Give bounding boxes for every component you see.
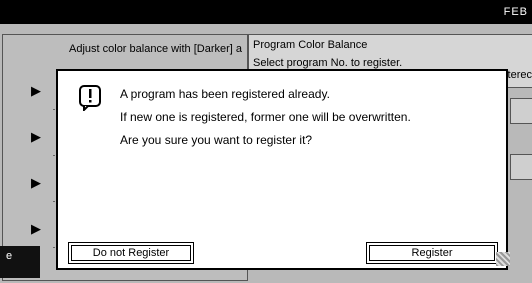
row-arrow-icon: ▶ (31, 175, 41, 190)
row-arrow-icon: ▶ (31, 83, 41, 98)
right-panel-title: Program Color Balance (253, 39, 368, 51)
left-panel-header: Adjust color balance with [Darker] a (69, 43, 243, 55)
right-panel-subtitle: Select program No. to register. (253, 57, 403, 69)
dialog-message-line: A program has been registered already. (120, 87, 330, 101)
row-arrow-icon: ▶ (31, 129, 41, 144)
dialog-message-line: If new one is registered, former one wil… (120, 110, 411, 124)
right-panel-fragment: terec (507, 69, 532, 81)
confirm-dialog: A program has been registered already. I… (56, 69, 508, 270)
register-button[interactable]: Register (366, 242, 498, 264)
date-label: FEB (503, 6, 528, 18)
dialog-message-line: Are you sure you want to register it? (120, 133, 313, 147)
top-status-bar: FEB (0, 0, 532, 24)
do-not-register-button[interactable]: Do not Register (68, 242, 194, 264)
info-icon (79, 85, 101, 111)
row-arrow-icon: ▶ (31, 221, 41, 236)
resize-grip-icon (496, 252, 510, 266)
side-key[interactable] (510, 154, 532, 180)
corner-key[interactable]: e (0, 246, 40, 278)
side-key[interactable] (510, 98, 532, 124)
